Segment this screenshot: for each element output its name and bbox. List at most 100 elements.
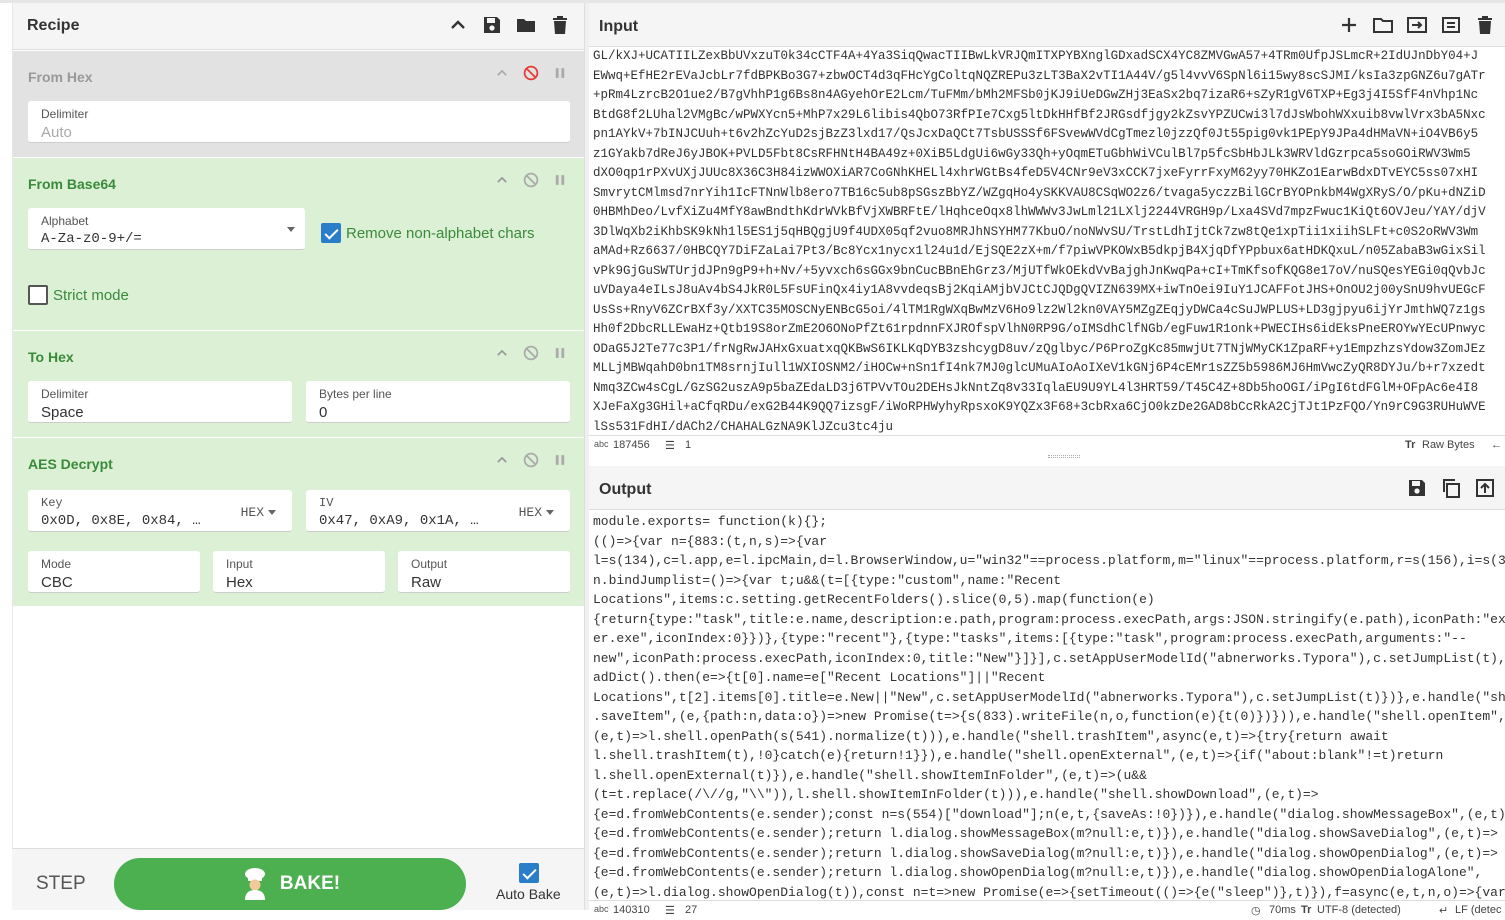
chevron-up-icon[interactable] <box>448 15 468 35</box>
lines-icon: ☰ <box>665 440 675 452</box>
text-line: new",iconPath:process.execPath,iconIndex… <box>593 650 1505 666</box>
text-line: adDict().then(e=>{t[0].name=e["Recent Lo… <box>593 670 1046 685</box>
field-label: Output <box>411 557 448 571</box>
save-icon[interactable] <box>1407 478 1427 498</box>
chevron-up-icon[interactable] <box>495 346 509 360</box>
chevron-up-icon[interactable] <box>495 453 509 467</box>
save-icon[interactable] <box>482 15 502 35</box>
text-line: n.bindJumplist=()=>{var t;u&&(t=[{type:"… <box>593 572 1062 588</box>
operation-from-base64: From Base64 Alphabet A-Za-z0-9+/= Remove… <box>13 158 585 330</box>
raw-bytes-label[interactable]: Raw Bytes <box>1422 439 1475 451</box>
field-label: Delimiter <box>41 387 89 401</box>
strict-mode-label: Strict mode <box>53 287 129 304</box>
alphabet-select[interactable]: Alphabet A-Za-z0-9+/= <box>28 208 305 250</box>
remove-non-alphabet-label: Remove non-alphabet chars <box>346 225 535 242</box>
text-line: (t=t.replace(/\//g,"\\")),l.shell.showIt… <box>593 787 1319 802</box>
text-line: (()=>{var n={883:(t,n,s)=>{var <box>593 533 828 549</box>
folder-icon[interactable] <box>516 15 536 35</box>
output-title: Output <box>599 481 652 498</box>
output-header: Output <box>589 466 1505 510</box>
key-type-label: HEX <box>240 505 264 520</box>
add-tab-icon[interactable] <box>1339 15 1359 35</box>
output-format-select[interactable]: Output Raw <box>398 551 570 593</box>
text-line: Locations",items:c.setting.getRecentFold… <box>593 592 1155 607</box>
output-length: 140310 <box>613 904 650 916</box>
input-pane: Input GL/kXJ+UCATIILZexBbUVxzuT0k34cCTF4… <box>589 3 1505 457</box>
pause-icon[interactable] <box>553 173 567 187</box>
step-button[interactable]: STEP <box>36 873 86 895</box>
encoding-icon[interactable]: Tr <box>1301 904 1311 916</box>
text-line: +pRm4LzrcB2O1ue2/B7gVhhP1g6Bs8n4AGyehOrE… <box>593 88 1479 102</box>
input-textarea[interactable]: GL/kXJ+UCATIILZexBbUVxzuT0k34cCTF4A+4Ya3… <box>593 47 1505 435</box>
open-folder-icon[interactable] <box>1373 15 1393 35</box>
copy-icon[interactable] <box>1441 478 1461 498</box>
bake-button[interactable]: BAKE! <box>114 858 466 910</box>
key-field[interactable]: Key 0x0D, 0x8E, 0x84, … HEX <box>28 490 292 532</box>
text-line: pn1AYkV+7bINJCUuh+t6v2hZcYuD2sjBzZ3lxd17… <box>593 127 1479 141</box>
operation-to-hex: To Hex Delimiter Space Bytes per line 0 <box>13 331 585 437</box>
pause-icon[interactable] <box>553 346 567 360</box>
text-line: Hh0f2DbcRLLEwaHz+Qtb19S8orZmE2O6ONoPfZt6… <box>593 322 1486 336</box>
bytes-per-line-field[interactable]: Bytes per line 0 <box>306 381 570 423</box>
remove-non-alphabet-checkbox[interactable] <box>321 223 341 243</box>
text-line: {e=d.fromWebContents(e.sender);return l.… <box>593 845 1498 861</box>
field-value: CBC <box>41 574 73 591</box>
disable-icon[interactable] <box>523 65 539 81</box>
strict-mode-checkbox[interactable] <box>28 285 48 305</box>
text-line: BtdG8f2LUhal2VMgBc/wPWXYcn5+MhP7x29L6lib… <box>593 107 1486 122</box>
clear-input-icon[interactable] <box>1441 15 1461 35</box>
field-value: Raw <box>411 574 442 591</box>
text-line: {return{type:"task",title:e.name,descrip… <box>593 611 1505 627</box>
output-pane: Output module.exports= function(k){}; (()… <box>589 466 1505 920</box>
text-line: l.shell.openExternal(t)}),e.handle("shel… <box>593 767 1147 783</box>
text-line: {e=d.fromWebContents(e.sender);return l.… <box>593 865 1483 880</box>
input-length: 187456 <box>613 439 650 451</box>
key-type-select[interactable]: HEX <box>241 505 276 520</box>
resize-grip[interactable] <box>1048 455 1080 458</box>
chevron-up-icon[interactable] <box>495 66 509 80</box>
delimiter-field[interactable]: Delimiter Space <box>28 381 292 423</box>
auto-bake-checkbox[interactable] <box>519 863 539 883</box>
text-line: l.shell.trashItem(t),!0}catch(e){return!… <box>593 748 1444 763</box>
output-encoding[interactable]: UTF-8 (detected) <box>1317 904 1401 916</box>
output-line-count: 27 <box>685 904 698 916</box>
text-line: EWwq+EfHE2rEVaJcbLr7fdBPKBo3G7+zbwOCT4d3… <box>593 68 1486 83</box>
text-line: {e=d.fromWebContents(e.sender);return l.… <box>593 826 1498 841</box>
iv-field[interactable]: IV 0x47, 0xA9, 0x1A, … HEX <box>306 490 570 532</box>
input-format-select[interactable]: Input Hex <box>213 551 385 593</box>
operation-title: From Base64 <box>28 176 116 192</box>
field-value: 0 <box>319 404 328 421</box>
arrow-icon[interactable]: ← <box>1491 439 1502 451</box>
trash-icon[interactable] <box>1475 15 1495 35</box>
field-label: IV <box>319 496 334 510</box>
text-line: XJeFaXg3GHil+aCfqRDu/exG2B44K9QQ7izsgF/i… <box>593 400 1486 414</box>
disable-icon[interactable] <box>523 172 539 188</box>
replace-input-icon[interactable] <box>1475 478 1495 498</box>
text-line: module.exports= function(k){}; <box>593 514 828 529</box>
output-eol[interactable]: LF (detec <box>1455 904 1501 916</box>
iv-type-select[interactable]: HEX <box>519 505 554 520</box>
text-line: GL/kXJ+UCATIILZexBbUVxzuT0k34cCTF4A+4Ya3… <box>593 49 1479 63</box>
eol-icon[interactable]: ↵ <box>1439 904 1448 917</box>
dropdown-caret-icon <box>287 227 295 232</box>
trash-icon[interactable] <box>550 15 570 35</box>
mode-select[interactable]: Mode CBC <box>28 551 200 593</box>
disable-icon[interactable] <box>523 452 539 468</box>
input-line-count: 1 <box>685 439 692 451</box>
auto-bake-label: Auto Bake <box>496 886 561 902</box>
pause-icon[interactable] <box>553 66 567 80</box>
pause-icon[interactable] <box>553 453 567 467</box>
chef-icon <box>244 868 265 900</box>
text-line: 3DlWqXb2iKhbSK9kNh1l5ES1j5qHBQgjU9f4UDX0… <box>593 224 1479 239</box>
text-line: 0HBMhDeo/LvfXiZu4MfY8awBndthKdrWVkBfVjXW… <box>593 205 1486 219</box>
raw-bytes-icon[interactable]: Tr <box>1405 439 1415 451</box>
field-value: Hex <box>226 574 253 591</box>
text-line: .saveItem",(e,{path:n,data:o})=>new Prom… <box>593 709 1505 724</box>
disable-icon[interactable] <box>523 345 539 361</box>
chevron-up-icon[interactable] <box>495 173 509 187</box>
text-line: (e,t)=>l.shell.openPath(s(541).normalize… <box>593 728 1389 744</box>
length-icon: abc <box>594 904 609 914</box>
open-file-icon[interactable] <box>1407 15 1427 35</box>
delimiter-field[interactable]: Delimiter Auto <box>28 101 570 143</box>
output-textarea[interactable]: module.exports= function(k){}; (()=>{var … <box>593 512 1505 902</box>
